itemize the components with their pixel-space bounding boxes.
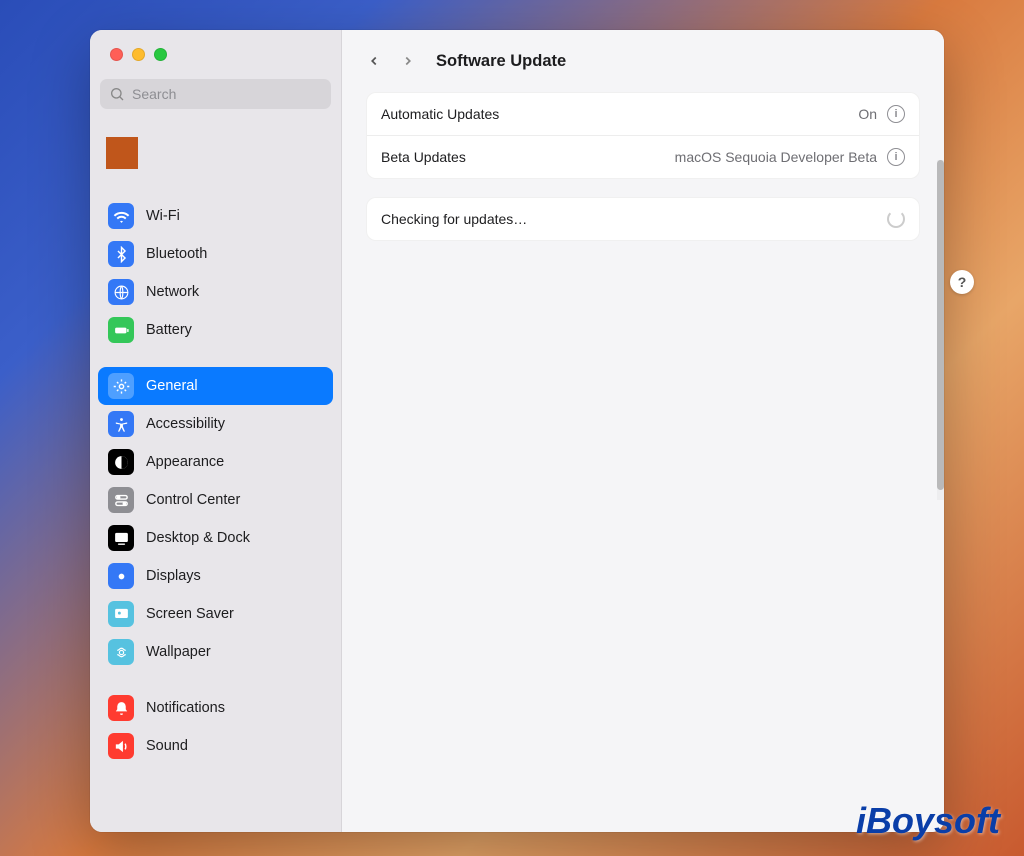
avatar — [106, 137, 138, 169]
sidebar-item-label: Battery — [146, 322, 192, 338]
sidebar-item-label: Control Center — [146, 492, 240, 508]
displays-icon — [108, 563, 134, 589]
settings-panel: Automatic UpdatesOniBeta UpdatesmacOS Se… — [342, 92, 944, 259]
watermark: iBoysoft — [856, 800, 1000, 842]
user-block[interactable] — [90, 117, 341, 179]
update-settings-group: Automatic UpdatesOniBeta UpdatesmacOS Se… — [366, 92, 920, 179]
general-icon — [108, 373, 134, 399]
help-button[interactable]: ? — [950, 270, 974, 294]
sidebar-item-screen-saver[interactable]: Screen Saver — [98, 595, 333, 633]
zoom-button[interactable] — [154, 48, 167, 61]
sidebar-item-bluetooth[interactable]: Bluetooth — [98, 235, 333, 273]
row-value: On — [858, 106, 877, 122]
wifi-icon — [108, 203, 134, 229]
status-label: Checking for updates… — [381, 211, 527, 227]
status-row: Checking for updates… — [367, 198, 919, 240]
search-input[interactable] — [100, 79, 331, 109]
sidebar-item-label: Bluetooth — [146, 246, 207, 262]
forward-button[interactable] — [394, 47, 422, 75]
sidebar-item-accessibility[interactable]: Accessibility — [98, 405, 333, 443]
sidebar-nav: Wi-Fi Bluetooth Network Battery General Acces… — [90, 179, 341, 832]
page-title: Software Update — [436, 52, 566, 71]
content-pane: Software Update Automatic UpdatesOniBeta… — [342, 30, 944, 832]
sidebar: Wi-Fi Bluetooth Network Battery General Acces… — [90, 30, 342, 832]
row-auto[interactable]: Automatic Updates Oni — [367, 93, 919, 135]
sidebar-item-label: Network — [146, 284, 199, 300]
info-icon[interactable]: i — [887, 105, 905, 123]
sidebar-item-network[interactable]: Network — [98, 273, 333, 311]
battery-icon — [108, 317, 134, 343]
row-value: macOS Sequoia Developer Beta — [675, 149, 877, 165]
control-center-icon — [108, 487, 134, 513]
status-group: Checking for updates… — [366, 197, 920, 241]
bluetooth-icon — [108, 241, 134, 267]
sidebar-item-label: Screen Saver — [146, 606, 234, 622]
close-button[interactable] — [110, 48, 123, 61]
sidebar-item-appearance[interactable]: Appearance — [98, 443, 333, 481]
back-button[interactable] — [360, 47, 388, 75]
info-icon[interactable]: i — [887, 148, 905, 166]
sidebar-item-displays[interactable]: Displays — [98, 557, 333, 595]
sidebar-item-label: Wi-Fi — [146, 208, 180, 224]
network-icon — [108, 279, 134, 305]
sidebar-item-label: Wallpaper — [146, 644, 211, 660]
sidebar-item-sound[interactable]: Sound — [98, 727, 333, 765]
desktop-dock-icon — [108, 525, 134, 551]
sidebar-item-label: General — [146, 378, 198, 394]
sidebar-item-wallpaper[interactable]: Wallpaper — [98, 633, 333, 671]
traffic-lights — [90, 30, 341, 61]
sidebar-item-battery[interactable]: Battery — [98, 311, 333, 349]
accessibility-icon — [108, 411, 134, 437]
sidebar-item-label: Accessibility — [146, 416, 225, 432]
sidebar-item-desktop-dock[interactable]: Desktop & Dock — [98, 519, 333, 557]
minimize-button[interactable] — [132, 48, 145, 61]
wallpaper-icon — [108, 639, 134, 665]
sidebar-item-control-center[interactable]: Control Center — [98, 481, 333, 519]
settings-window: Wi-Fi Bluetooth Network Battery General Acces… — [90, 30, 944, 832]
sidebar-item-label: Displays — [146, 568, 201, 584]
appearance-icon — [108, 449, 134, 475]
search-wrap — [90, 61, 341, 117]
row-label: Beta Updates — [381, 149, 466, 165]
sidebar-item-wifi[interactable]: Wi-Fi — [98, 197, 333, 235]
sidebar-item-general[interactable]: General — [98, 367, 333, 405]
notifications-icon — [108, 695, 134, 721]
sidebar-item-label: Appearance — [146, 454, 224, 470]
sidebar-item-label: Desktop & Dock — [146, 530, 250, 546]
spinner-icon — [887, 210, 905, 228]
content-header: Software Update — [342, 30, 944, 92]
sidebar-item-label: Sound — [146, 738, 188, 754]
row-label: Automatic Updates — [381, 106, 499, 122]
sound-icon — [108, 733, 134, 759]
sidebar-item-label: Notifications — [146, 700, 225, 716]
screen-saver-icon — [108, 601, 134, 627]
row-beta[interactable]: Beta Updates macOS Sequoia Developer Beta… — [367, 135, 919, 178]
sidebar-item-notifications[interactable]: Notifications — [98, 689, 333, 727]
